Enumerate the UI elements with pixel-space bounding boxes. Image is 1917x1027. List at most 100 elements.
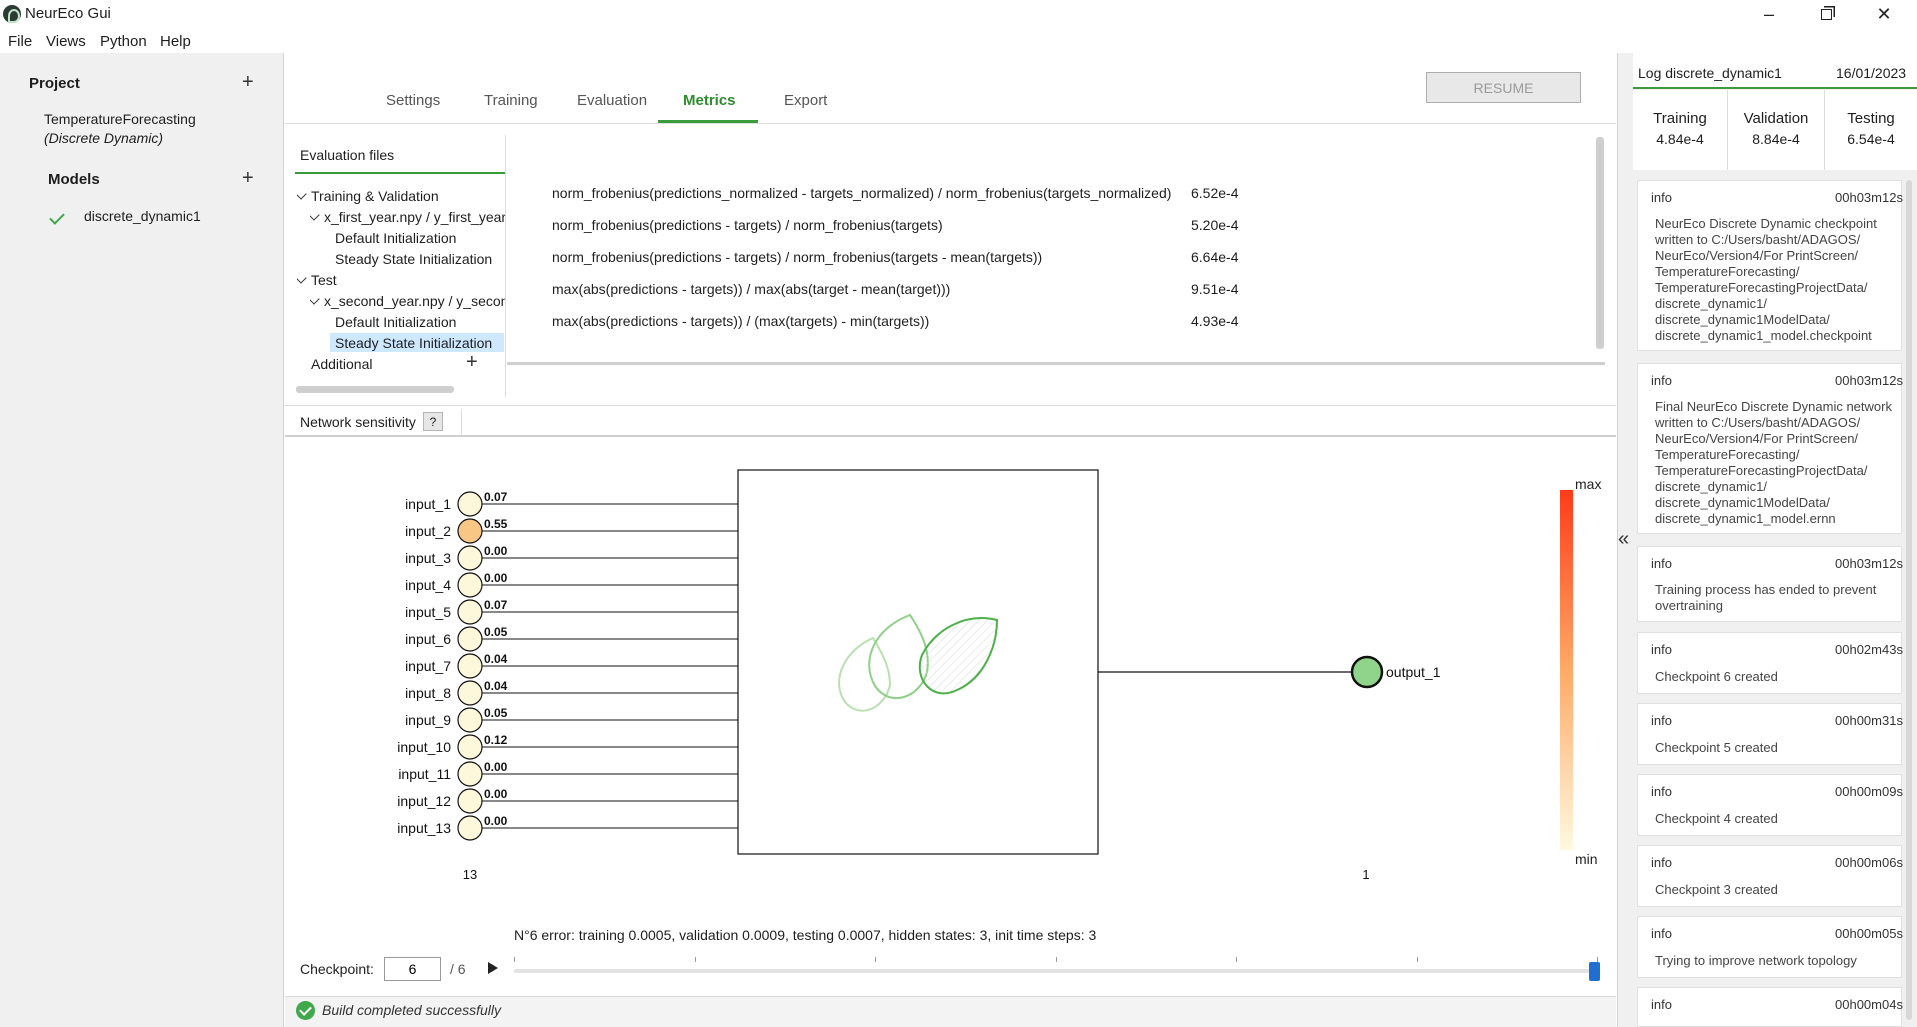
close-icon[interactable]: ✕	[1856, 0, 1912, 28]
metric-value: 6.64e-4	[1191, 249, 1239, 265]
log-entry-message: NeurEco Discrete Dynamic checkpoint writ…	[1655, 216, 1877, 343]
input-count: 13	[463, 867, 477, 882]
tree-item-steady-init-2[interactable]: Steady State Initialization	[335, 335, 492, 351]
metric-label: norm_frobenius(predictions - targets) / …	[552, 249, 1043, 265]
section-divider	[285, 405, 1616, 406]
tree-item-steady-init-1[interactable]: Steady State Initialization	[335, 251, 492, 267]
log-entry-type: info	[1651, 855, 1672, 870]
log-summary: Training 4.84e-4 Validation 8.84e-4 Test…	[1633, 90, 1917, 170]
log-entry-type: info	[1651, 190, 1672, 205]
log-entry-time: 00h00m31s	[1835, 713, 1903, 728]
scale-max-label: max	[1575, 476, 1601, 492]
input-sensitivity-value: 0.00	[484, 814, 508, 828]
input-node[interactable]	[457, 761, 483, 787]
input-label: input_9	[405, 712, 451, 728]
input-node[interactable]	[457, 518, 483, 544]
log-title: Log discrete_dynamic1	[1638, 65, 1782, 81]
add-model-button[interactable]: +	[242, 168, 254, 188]
input-node[interactable]	[457, 815, 483, 841]
input-sensitivity-value: 0.05	[484, 625, 508, 639]
minimize-icon[interactable]: –	[1741, 0, 1797, 28]
chevron-down-icon[interactable]	[310, 209, 320, 221]
log-entry-time: 00h03m12s	[1835, 373, 1903, 388]
resume-button[interactable]: RESUME	[1426, 72, 1581, 103]
log-entry-type: info	[1651, 556, 1672, 571]
tab-export[interactable]: Export	[784, 92, 827, 109]
tree-item-default-init-2[interactable]: Default Initialization	[335, 314, 456, 330]
chevron-down-icon[interactable]	[297, 272, 307, 284]
inputs-layer: input_1 0.07 input_2 0.55 input_3 0.00 input_4…	[397, 490, 738, 841]
network-sensitivity-label: Network sensitivity	[300, 414, 416, 430]
restore-icon[interactable]	[1798, 0, 1854, 28]
input-node[interactable]	[457, 491, 483, 517]
menu-help[interactable]: Help	[160, 33, 191, 50]
input-node[interactable]	[457, 680, 483, 706]
summary-value: 6.54e-4	[1847, 131, 1895, 147]
menu-file[interactable]: File	[8, 33, 32, 50]
metrics-scrollbar[interactable]	[1596, 137, 1604, 349]
log-entry-type: info	[1651, 784, 1672, 799]
add-evaluation-file-button[interactable]: +	[466, 352, 478, 372]
log-entry: info 00h00m06s Checkpoint 3 created	[1637, 845, 1903, 907]
tree-item-train-file[interactable]: x_first_year.npy / y_first_year.	[310, 209, 505, 225]
input-node[interactable]	[457, 626, 483, 652]
help-button[interactable]: ?	[423, 412, 443, 431]
input-node[interactable]	[457, 734, 483, 760]
metric-label: norm_frobenius(predictions - targets) / …	[552, 217, 943, 233]
input-label: input_13	[397, 820, 451, 836]
summary-value: 8.84e-4	[1752, 131, 1800, 147]
checkpoint-label: Checkpoint:	[300, 961, 374, 977]
input-node[interactable]	[457, 599, 483, 625]
slider-ticks	[514, 957, 1598, 963]
slider-tick	[1416, 957, 1418, 962]
play-icon[interactable]	[488, 962, 498, 974]
output-node[interactable]	[1350, 655, 1384, 689]
metric-value: 4.93e-4	[1191, 313, 1239, 329]
log-entry: info 00h00m09s Checkpoint 4 created	[1637, 774, 1903, 836]
log-entry-message: Final NeurEco Discrete Dynamic network w…	[1655, 399, 1892, 526]
log-entry: info 00h00m31s Checkpoint 5 created	[1637, 703, 1903, 765]
tree-item-additional[interactable]: Additional	[311, 356, 373, 372]
project-name[interactable]: TemperatureForecasting	[44, 111, 196, 127]
log-entry: info 00h00m05s Trying to improve network…	[1637, 916, 1903, 978]
tab-metrics[interactable]: Metrics	[683, 92, 736, 109]
input-node[interactable]	[457, 545, 483, 571]
log-entry-message: Checkpoint 4 created	[1655, 811, 1778, 826]
menu-views[interactable]: Views	[46, 33, 86, 50]
chevron-down-icon[interactable]	[310, 293, 320, 305]
tree-item-test-file[interactable]: x_second_year.npy / y_second	[310, 293, 505, 309]
log-entry-time: 00h03m12s	[1835, 190, 1903, 205]
metric-label: max(abs(predictions - targets)) / max(ab…	[552, 281, 951, 297]
evaluation-files-underline	[295, 172, 505, 174]
chevron-down-icon[interactable]	[297, 188, 307, 200]
tab-training[interactable]: Training	[484, 92, 538, 109]
log-entry-type: info	[1651, 373, 1672, 388]
checkpoint-input[interactable]	[384, 957, 441, 981]
tree-item-default-init-1[interactable]: Default Initialization	[335, 230, 456, 246]
tab-settings[interactable]: Settings	[386, 92, 440, 109]
input-label: input_10	[397, 739, 451, 755]
input-node[interactable]	[457, 707, 483, 733]
tab-evaluation[interactable]: Evaluation	[577, 92, 647, 109]
model-item[interactable]: discrete_dynamic1	[84, 208, 201, 224]
checkpoint-slider-track[interactable]	[514, 969, 1597, 973]
collapse-panel-icon[interactable]: «	[1618, 528, 1629, 551]
input-sensitivity-value: 0.00	[484, 787, 508, 801]
checkpoint-slider-handle[interactable]	[1589, 962, 1600, 981]
tree-item-training-validation[interactable]: Training & Validation	[297, 188, 505, 204]
tree-item-test[interactable]: Test	[297, 272, 505, 288]
log-entry-type: info	[1651, 642, 1672, 657]
log-entry-time: 00h00m06s	[1835, 855, 1903, 870]
input-node[interactable]	[457, 653, 483, 679]
input-node[interactable]	[457, 572, 483, 598]
log-entry-time: 00h03m12s	[1835, 556, 1903, 571]
tree-scrollbar[interactable]	[296, 386, 454, 393]
summary-validation: Validation 8.84e-4	[1728, 90, 1825, 170]
log-scrollbar[interactable]	[1906, 180, 1912, 1020]
build-status-text: Build completed successfully	[322, 1002, 501, 1018]
input-node[interactable]	[457, 788, 483, 814]
add-project-button[interactable]: +	[242, 72, 254, 92]
slider-tick	[694, 957, 696, 962]
tabs-divider	[285, 123, 1616, 124]
menu-python[interactable]: Python	[100, 33, 147, 50]
